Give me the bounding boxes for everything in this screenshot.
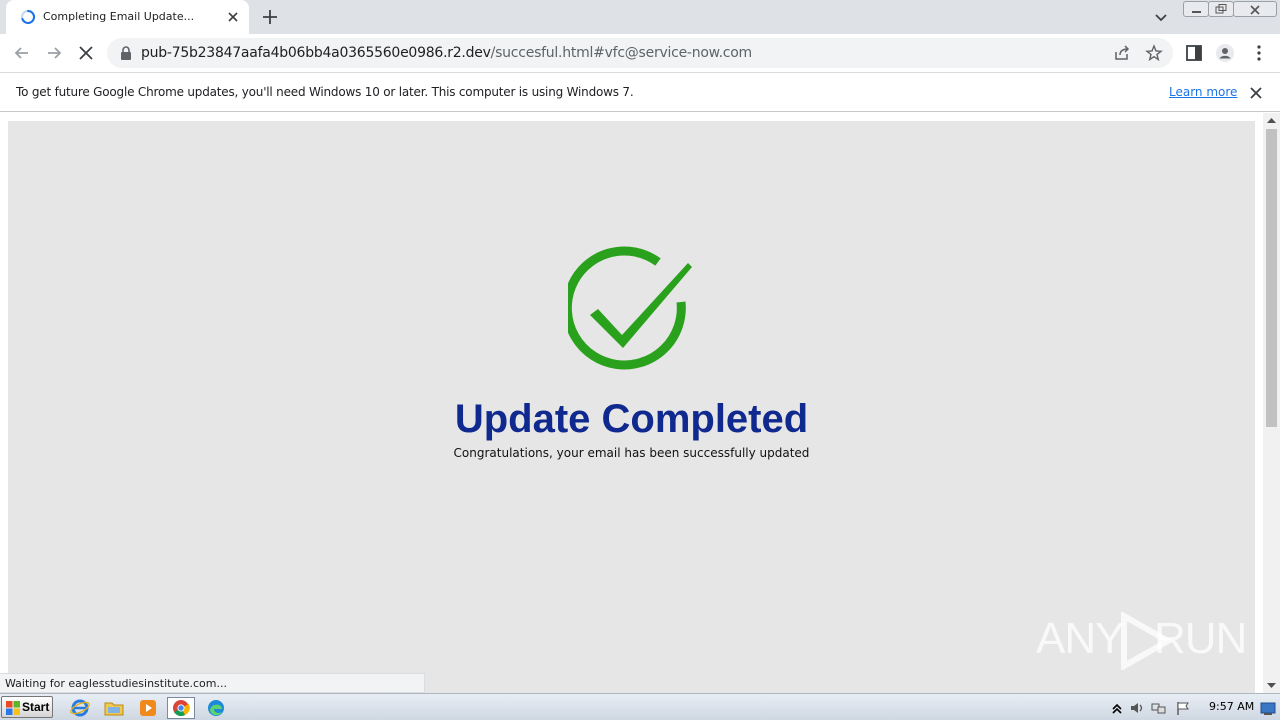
success-message: Congratulations, your email has been suc… [453, 446, 810, 460]
tab-close-icon[interactable] [224, 8, 242, 26]
screen: Completing Email Update... pub-75b23847a… [0, 0, 1280, 720]
new-tab-plus-icon[interactable] [259, 6, 281, 28]
infobar-close-icon[interactable] [1248, 85, 1264, 101]
network-icon[interactable] [1151, 700, 1167, 716]
menu-kebab-icon[interactable] [1249, 43, 1269, 63]
lock-icon[interactable] [119, 45, 133, 61]
check-circle-icon [568, 246, 692, 370]
url-path: /succesful.html#vfc@service-now.com [490, 45, 753, 61]
volume-icon[interactable] [1129, 700, 1145, 716]
url-host: pub-75b23847aafa4b06bb4a0365560e0986.r2.… [141, 45, 491, 61]
browser-toolbar: pub-75b23847aafa4b06bb4a0365560e0986.r2.… [0, 34, 1280, 72]
anyrun-watermark: ANY RUN [1036, 610, 1247, 674]
chrome-taskbar-button[interactable] [167, 697, 195, 719]
window-minimize-button[interactable] [1183, 1, 1209, 17]
start-label: Start [22, 700, 50, 714]
infobar-message: To get future Google Chrome updates, you… [16, 85, 634, 99]
tab-active[interactable]: Completing Email Update... [6, 0, 249, 34]
back-arrow-icon[interactable] [12, 43, 32, 63]
windows-flag-icon [6, 701, 20, 715]
address-bar[interactable]: pub-75b23847aafa4b06bb4a0365560e0986.r2.… [107, 38, 1173, 68]
share-icon[interactable] [1113, 44, 1131, 62]
window-close-button[interactable] [1233, 1, 1277, 17]
chrome-icon [173, 700, 190, 717]
action-center-flag-icon[interactable] [1175, 700, 1191, 716]
scroll-up-arrow-icon[interactable] [1267, 117, 1276, 123]
show-hidden-icons-icon[interactable] [1109, 700, 1125, 716]
update-infobar: To get future Google Chrome updates, you… [0, 72, 1280, 112]
stop-loading-icon[interactable] [76, 43, 96, 63]
media-player-icon[interactable] [137, 697, 159, 719]
system-tray: 9:57 AM [1103, 695, 1280, 720]
tab-title: Completing Email Update... [43, 10, 195, 23]
watermark-right: RUN [1154, 614, 1247, 663]
profile-avatar-icon[interactable] [1215, 43, 1235, 63]
forward-arrow-icon[interactable] [44, 43, 64, 63]
loading-spinner-icon [21, 9, 36, 24]
scroll-down-arrow-icon[interactable] [1267, 683, 1276, 689]
close-icon [1250, 5, 1260, 15]
minimize-icon [1192, 11, 1201, 13]
page-body: Update Completed Congratulations, your e… [8, 121, 1255, 693]
status-bubble: Waiting for eaglesstudiesinstitute.com..… [0, 673, 425, 693]
url-text[interactable]: pub-75b23847aafa4b06bb4a0365560e0986.r2.… [141, 45, 752, 61]
folder-icon[interactable] [103, 697, 125, 719]
tab-search-chevron-down-icon[interactable] [1152, 8, 1170, 26]
windows-taskbar: Start 9:57 AM [0, 693, 1280, 720]
start-button[interactable]: Start [1, 696, 53, 718]
learn-more-link[interactable]: Learn more [1169, 85, 1237, 99]
ie-icon[interactable] [69, 697, 91, 719]
side-panel-icon[interactable] [1184, 43, 1204, 63]
restore-icon [1215, 4, 1227, 14]
edge-icon[interactable] [205, 697, 227, 719]
page-viewport: Update Completed Congratulations, your e… [0, 113, 1280, 693]
bookmark-star-icon[interactable] [1145, 44, 1163, 62]
tab-strip: Completing Email Update... [0, 0, 1280, 34]
show-desktop-icon[interactable] [1260, 700, 1276, 716]
vertical-scrollbar[interactable] [1263, 113, 1280, 693]
taskbar-clock[interactable]: 9:57 AM [1209, 700, 1254, 713]
window-restore-button[interactable] [1208, 1, 1234, 17]
page-title: Update Completed [454, 397, 809, 441]
watermark-left: ANY [1036, 614, 1124, 663]
scrollbar-thumb[interactable] [1266, 129, 1277, 427]
